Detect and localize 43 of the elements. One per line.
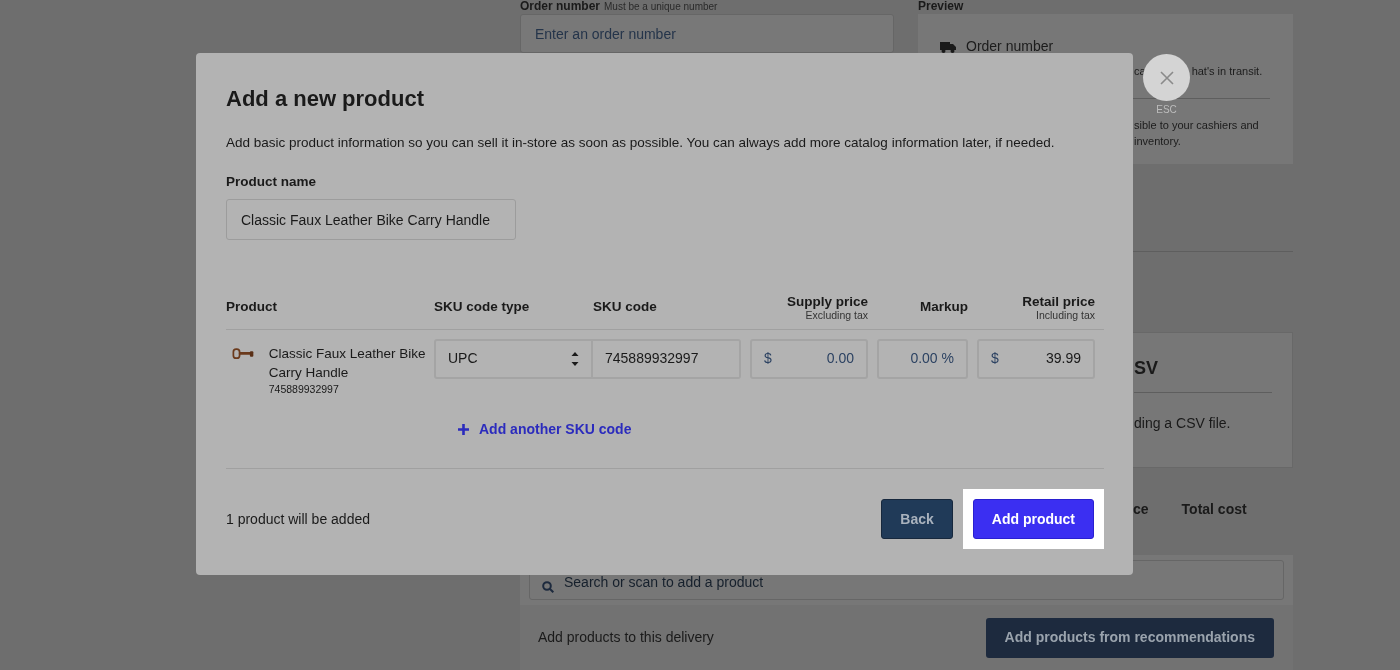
- field-label: Product name: [226, 173, 318, 192]
- preview-heading: Order number: [966, 37, 1054, 56]
- close-icon: [1159, 70, 1174, 85]
- column-subheader: Including tax: [1036, 309, 1095, 321]
- sku-type-select[interactable]: UPC: [434, 338, 593, 379]
- search-icon: [542, 581, 554, 593]
- card-heading: SV: [1134, 358, 1158, 378]
- dialog-title: Add a new product: [226, 86, 425, 112]
- plus-icon: [458, 424, 469, 436]
- product-name: Classic Faux Leather Bike Carry Handle: [268, 344, 427, 382]
- dialog-description: Add basic product information so you can sell it in-store as soon as possible. You can always add more catalog information later, if needed.: [226, 134, 1056, 152]
- field-label: Order number: [520, 0, 600, 13]
- delivery-text: Add products to this delivery: [538, 628, 714, 647]
- column-header: SKU code type: [434, 297, 531, 316]
- column-header: Total cost: [1181, 500, 1247, 519]
- preview-text: sible to your cashiers and: [1134, 118, 1259, 131]
- shortcut-hint: ESC: [1156, 104, 1177, 116]
- field-hint: Must be a unique number: [604, 0, 718, 13]
- preview-text: inventory.: [1134, 134, 1181, 147]
- recommendations-button[interactable]: Add products from recommendations: [985, 617, 1274, 658]
- column-header: Supply price: [786, 293, 868, 310]
- column-header: Markup: [920, 297, 968, 316]
- column-header: Product: [226, 297, 278, 316]
- add-product-button[interactable]: Add product: [972, 499, 1094, 540]
- back-button[interactable]: Back: [881, 499, 953, 540]
- order-number-field[interactable]: Enter an order number: [520, 14, 894, 53]
- truck-icon: [940, 40, 956, 53]
- sort-arrows-icon: [571, 350, 579, 367]
- product-name-field[interactable]: Classic Faux Leather Bike Carry Handle: [226, 198, 516, 240]
- summary-text: 1 product will be added: [226, 509, 370, 529]
- preview-text: hat's in transit.: [1191, 64, 1263, 79]
- preview-title: Preview: [918, 0, 965, 13]
- add-sku-link[interactable]: Add another SKU code: [458, 419, 632, 441]
- retail-price-field[interactable]: $ 39.99: [977, 338, 1095, 379]
- card-text: ding a CSV file.: [1134, 415, 1231, 431]
- sku-code-field[interactable]: 745889932997: [593, 338, 741, 379]
- markup-field[interactable]: 0.00 %: [877, 338, 968, 379]
- column-header: ce: [1133, 500, 1149, 519]
- column-header: SKU code: [593, 297, 658, 316]
- column-header: Retail price: [1022, 293, 1095, 310]
- supply-price-field[interactable]: $ 0.00: [750, 338, 868, 379]
- column-subheader: Excluding tax: [805, 309, 868, 321]
- product-sku: 745889932997: [268, 381, 340, 397]
